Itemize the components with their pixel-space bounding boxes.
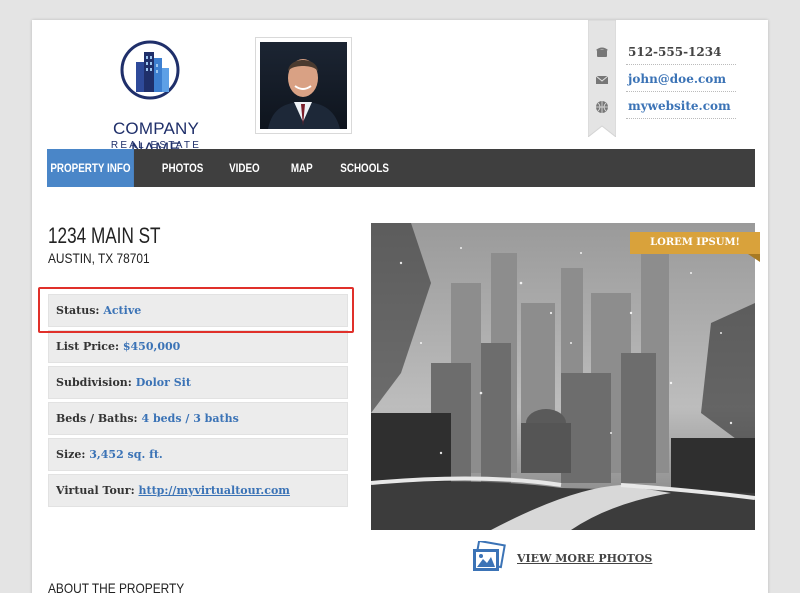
- detail-virtual-tour: Virtual Tour: http://myvirtualtour.com: [48, 474, 348, 507]
- nav-tab-video[interactable]: VIDEO: [228, 149, 261, 187]
- photos-icon: [473, 539, 506, 571]
- nav-tab-property-info[interactable]: PROPERTY INFO: [47, 149, 134, 187]
- contact-email-link[interactable]: john@doe.com: [626, 68, 736, 92]
- lorem-ipsum-banner: LOREM IPSUM!: [630, 232, 760, 254]
- email-text: john@doe.com: [628, 72, 727, 86]
- agent-photo: [255, 37, 352, 134]
- detail-label: List Price:: [56, 340, 120, 353]
- nav-tab-photos[interactable]: PHOTOS: [158, 149, 207, 187]
- globe-icon: [596, 101, 608, 113]
- company-logo[interactable]: COMPANY NAME REAL ESTATE: [86, 40, 216, 158]
- detail-value: $450,000: [122, 340, 181, 353]
- main-nav: PROPERTY INFO PHOTOS VIDEO MAP SCHOOLS: [47, 149, 755, 187]
- nav-tab-schools[interactable]: SCHOOLS: [340, 149, 389, 187]
- property-city: AUSTIN, TX 78701: [48, 250, 150, 266]
- detail-label: Size:: [56, 448, 86, 461]
- detail-label: Virtual Tour:: [56, 484, 135, 497]
- email-icon: [595, 75, 609, 84]
- detail-label: Beds / Baths:: [56, 412, 138, 425]
- virtual-tour-link[interactable]: http://myvirtualtour.com: [139, 484, 290, 497]
- phone-text: 512-555-1234: [628, 45, 722, 59]
- snowy-city-image: [371, 223, 755, 530]
- view-more-photos-link[interactable]: VIEW MORE PHOTOS: [471, 539, 671, 575]
- detail-subdivision: Subdivision: Dolor Sit: [48, 366, 348, 399]
- detail-value: 4 beds / 3 baths: [141, 412, 239, 425]
- property-photo[interactable]: [371, 223, 755, 530]
- banner-fold: [748, 254, 760, 262]
- contact-phone[interactable]: 512-555-1234: [626, 41, 736, 65]
- detail-list-price: List Price: $450,000: [48, 330, 348, 363]
- about-property-heading: ABOUT THE PROPERTY: [48, 580, 185, 593]
- detail-value: Dolor Sit: [135, 376, 191, 389]
- contact-website-link[interactable]: mywebsite.com: [626, 95, 736, 119]
- view-more-photos-label: VIEW MORE PHOTOS: [517, 552, 653, 565]
- status-highlight-box: [38, 287, 354, 333]
- website-text: mywebsite.com: [628, 99, 731, 113]
- detail-value: 3,452 sq. ft.: [89, 448, 163, 461]
- page: COMPANY NAME REAL ESTATE: [32, 20, 768, 593]
- building-logo-icon: [120, 40, 180, 100]
- detail-label: Subdivision:: [56, 376, 132, 389]
- detail-size: Size: 3,452 sq. ft.: [48, 438, 348, 471]
- detail-beds-baths: Beds / Baths: 4 beds / 3 baths: [48, 402, 348, 435]
- phone-icon: [596, 47, 608, 57]
- property-street: 1234 MAIN ST: [48, 223, 161, 248]
- nav-tab-map[interactable]: MAP: [287, 149, 317, 187]
- agent-portrait-icon: [260, 42, 347, 129]
